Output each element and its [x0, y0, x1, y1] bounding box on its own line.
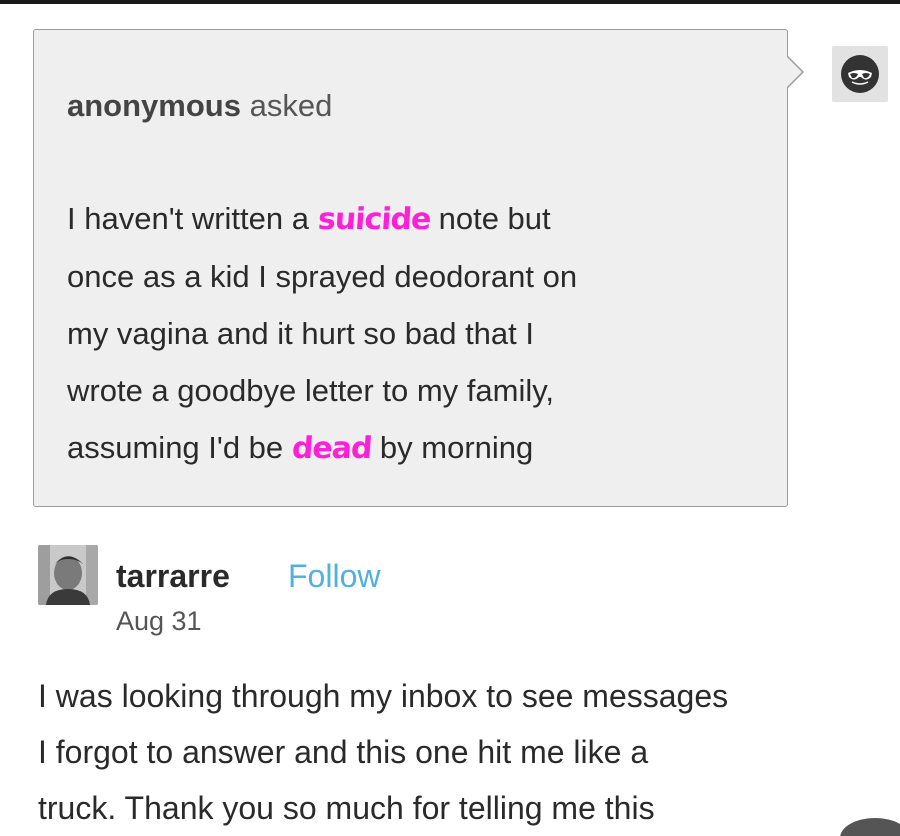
post-body: I was looking through my inbox to see me…: [38, 668, 888, 836]
post-line: I forgot to answer and this one hit me l…: [38, 734, 649, 770]
asker-name[interactable]: anonymous: [67, 88, 241, 123]
ask-line: assuming I'd be dead by morning: [67, 419, 767, 477]
ask-text: assuming I'd be: [67, 430, 292, 465]
post-line: I was looking through my inbox to see me…: [38, 678, 729, 714]
anon-sunglasses-icon[interactable]: [832, 46, 888, 102]
avatar[interactable]: [38, 545, 98, 605]
post-date: Aug 31: [116, 606, 202, 636]
ask-line: I haven't written a suicide note but: [67, 190, 767, 248]
ask-text: wrote a goodbye letter to my family,: [67, 373, 555, 408]
censored-word: suicide: [316, 202, 432, 237]
ask-line: wrote a goodbye letter to my family,: [67, 362, 767, 419]
censored-word: dead: [290, 431, 373, 466]
username[interactable]: tarrarre: [116, 558, 230, 595]
ask-bubble: anonymous asked I haven't written a suic…: [33, 29, 788, 507]
ask-line: my vagina and it hurt so bad that I: [67, 305, 767, 362]
ask-line: once as a kid I sprayed deodorant on: [67, 248, 767, 305]
asker-verb: asked: [249, 88, 333, 123]
follow-button[interactable]: Follow: [288, 558, 380, 595]
ask-text: I haven't written a: [67, 201, 318, 236]
ask-text: my vagina and it hurt so bad that I: [67, 316, 534, 351]
ask-text: note but: [430, 201, 551, 236]
ask-text: by morning: [371, 430, 534, 465]
tumblr-post-screenshot: anonymous asked I haven't written a suic…: [0, 0, 900, 836]
top-border: [0, 0, 900, 4]
post-line: truck. Thank you so much for telling me …: [38, 790, 655, 826]
ask-text: once as a kid I sprayed deodorant on: [67, 259, 578, 294]
ask-question: I haven't written a suicide note but onc…: [67, 190, 767, 477]
asker-line: anonymous asked: [67, 88, 332, 124]
bubble-arrow-fill: [786, 56, 802, 88]
